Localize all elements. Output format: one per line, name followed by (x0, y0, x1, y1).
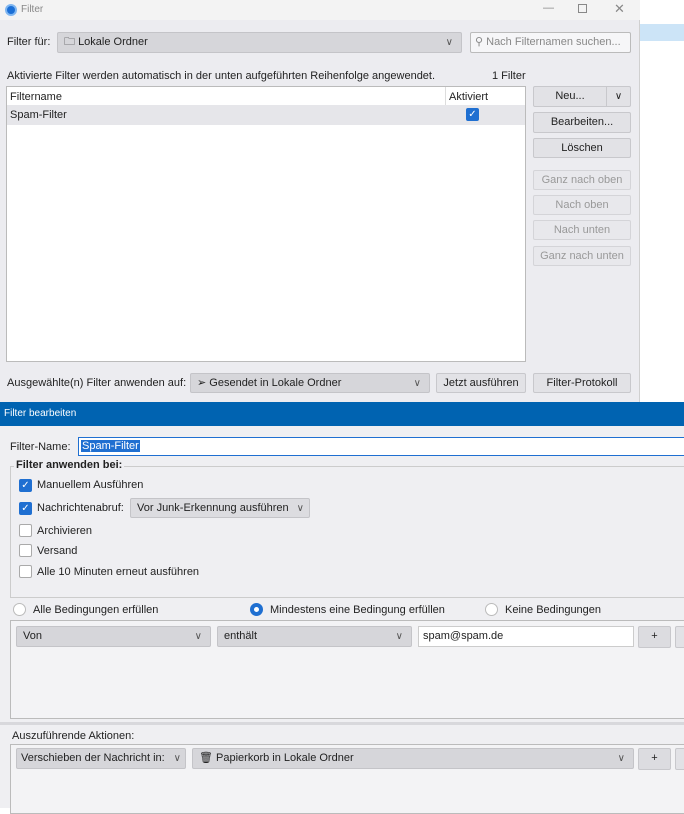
condition-operator-value: enthält (224, 630, 258, 642)
match-none-label: Keine Bedingungen (505, 604, 602, 616)
filter-count: 1 Filter (492, 70, 526, 82)
delete-button[interactable]: Löschen (533, 138, 631, 158)
chevron-down-icon: ∨ (296, 503, 304, 514)
action-target-select[interactable]: 🗑 Papierkorb in Lokale Ordner ∨ (192, 748, 634, 769)
manual-checkbox[interactable]: ✓ (19, 479, 32, 492)
search-placeholder: Nach Filternamen suchen... (486, 36, 621, 48)
send-checkbox[interactable] (19, 544, 32, 557)
action-type-value: Verschieben der Nachricht in: (21, 752, 165, 764)
filter-name-label: Filter-Name: (10, 441, 71, 453)
folder-icon: 🗀 (64, 36, 79, 48)
info-text: Aktivierte Filter werden automatisch in … (7, 70, 436, 82)
action-target-value: Papierkorb in Lokale Ordner (216, 752, 354, 764)
chevron-down-icon: ∨ (395, 631, 403, 642)
divider (0, 722, 684, 725)
close-button[interactable]: ✕ (614, 1, 625, 17)
archive-label: Archivieren (37, 525, 93, 537)
apply-when-legend: Filter anwenden bei: (14, 459, 125, 471)
filter-window: Filter — ✕ Filter für: 🗀 Lokale Ordner ∨ … (0, 0, 640, 402)
new-button[interactable]: Neu... ∨ (533, 86, 631, 107)
trash-icon: 🗑 (199, 752, 217, 764)
manual-label: Manuellem Ausführen (37, 479, 144, 491)
action-type-select[interactable]: Verschieben der Nachricht in: ∨ (16, 748, 186, 769)
filter-name-cell: Spam-Filter (10, 109, 67, 121)
folder-value: Lokale Ordner (78, 36, 148, 48)
maximize-button[interactable] (578, 4, 587, 13)
edit-title-bar: Filter bearbeiten (0, 402, 684, 426)
window-title: Filter (21, 4, 44, 15)
move-up-button[interactable]: Nach oben (533, 195, 631, 215)
apply-to-label: Ausgewählte(n) Filter anwenden auf: (7, 377, 187, 389)
move-top-button[interactable]: Ganz nach oben (533, 170, 631, 190)
edit-window-title: Filter bearbeiten (4, 408, 77, 419)
thunderbird-logo-icon (5, 4, 17, 16)
send-icon: ➢ (197, 377, 210, 389)
remove-action-button[interactable] (675, 748, 684, 770)
add-action-button[interactable]: + (638, 748, 671, 770)
match-any-radio[interactable] (250, 603, 263, 616)
column-divider (445, 87, 446, 105)
chevron-down-icon: ∨ (173, 753, 181, 764)
chevron-down-icon: ∨ (194, 631, 202, 642)
title-bar: Filter — ✕ (0, 0, 640, 20)
move-down-button[interactable]: Nach unten (533, 220, 631, 240)
fetch-timing-value: Vor Junk-Erkennung ausführen (137, 502, 289, 514)
move-bottom-button[interactable]: Ganz nach unten (533, 246, 631, 266)
apply-folder-select[interactable]: ➢ Gesendet in Lokale Ordner ∨ (190, 373, 430, 393)
match-all-radio[interactable] (13, 603, 26, 616)
chevron-down-icon: ∨ (445, 37, 453, 48)
condition-value-input[interactable]: spam@spam.de (418, 626, 634, 647)
apply-folder-value: Gesendet in Lokale Ordner (209, 377, 342, 389)
fetch-checkbox[interactable]: ✓ (19, 502, 32, 515)
archive-checkbox[interactable] (19, 524, 32, 537)
enabled-checkbox[interactable]: ✓ (466, 108, 479, 121)
new-label: Neu... (555, 90, 585, 102)
folder-select[interactable]: 🗀 Lokale Ordner ∨ (57, 32, 462, 53)
chevron-down-icon: ∨ (413, 378, 421, 389)
filter-list[interactable]: Filtername Aktiviert Spam-Filter ✓ (6, 86, 526, 362)
condition-field-value: Von (23, 630, 42, 642)
fetch-timing-select[interactable]: Vor Junk-Erkennung ausführen ∨ (130, 498, 310, 518)
chevron-down-icon[interactable]: ∨ (606, 87, 630, 106)
search-input[interactable]: ⚲ Nach Filternamen suchen... (470, 32, 631, 53)
run-now-button[interactable]: Jetzt ausführen (436, 373, 526, 393)
remove-condition-button[interactable] (675, 626, 684, 648)
add-condition-button[interactable]: + (638, 626, 671, 648)
actions-label: Auszuführende Aktionen: (12, 730, 135, 742)
condition-field-select[interactable]: Von ∨ (16, 626, 211, 647)
match-none-radio[interactable] (485, 603, 498, 616)
column-header-name[interactable]: Filtername (10, 91, 62, 103)
send-label: Versand (37, 545, 78, 557)
filter-edit-window: Filter bearbeiten Filter-Name: Spam-Filt… (0, 402, 684, 814)
minimize-button[interactable]: — (543, 2, 554, 14)
search-icon: ⚲ (475, 36, 487, 48)
filter-name-value: Spam-Filter (81, 440, 140, 452)
filter-log-button[interactable]: Filter-Protokoll (533, 373, 631, 393)
periodic-checkbox[interactable] (19, 565, 32, 578)
background-highlight (640, 24, 684, 41)
table-row[interactable]: Spam-Filter ✓ (7, 105, 525, 125)
chevron-down-icon: ∨ (617, 753, 625, 764)
match-all-label: Alle Bedingungen erfüllen (33, 604, 159, 616)
match-any-label: Mindestens eine Bedingung erfüllen (270, 604, 445, 616)
condition-operator-select[interactable]: enthält ∨ (217, 626, 412, 647)
filter-name-input[interactable]: Spam-Filter (78, 437, 684, 456)
edit-button[interactable]: Bearbeiten... (533, 112, 631, 133)
column-header-enabled[interactable]: Aktiviert (449, 91, 488, 103)
periodic-label: Alle 10 Minuten erneut ausführen (37, 566, 200, 578)
filter-for-label: Filter für: (7, 36, 51, 48)
condition-value: spam@spam.de (423, 630, 504, 642)
fetch-label: Nachrichtenabruf: (37, 502, 124, 514)
